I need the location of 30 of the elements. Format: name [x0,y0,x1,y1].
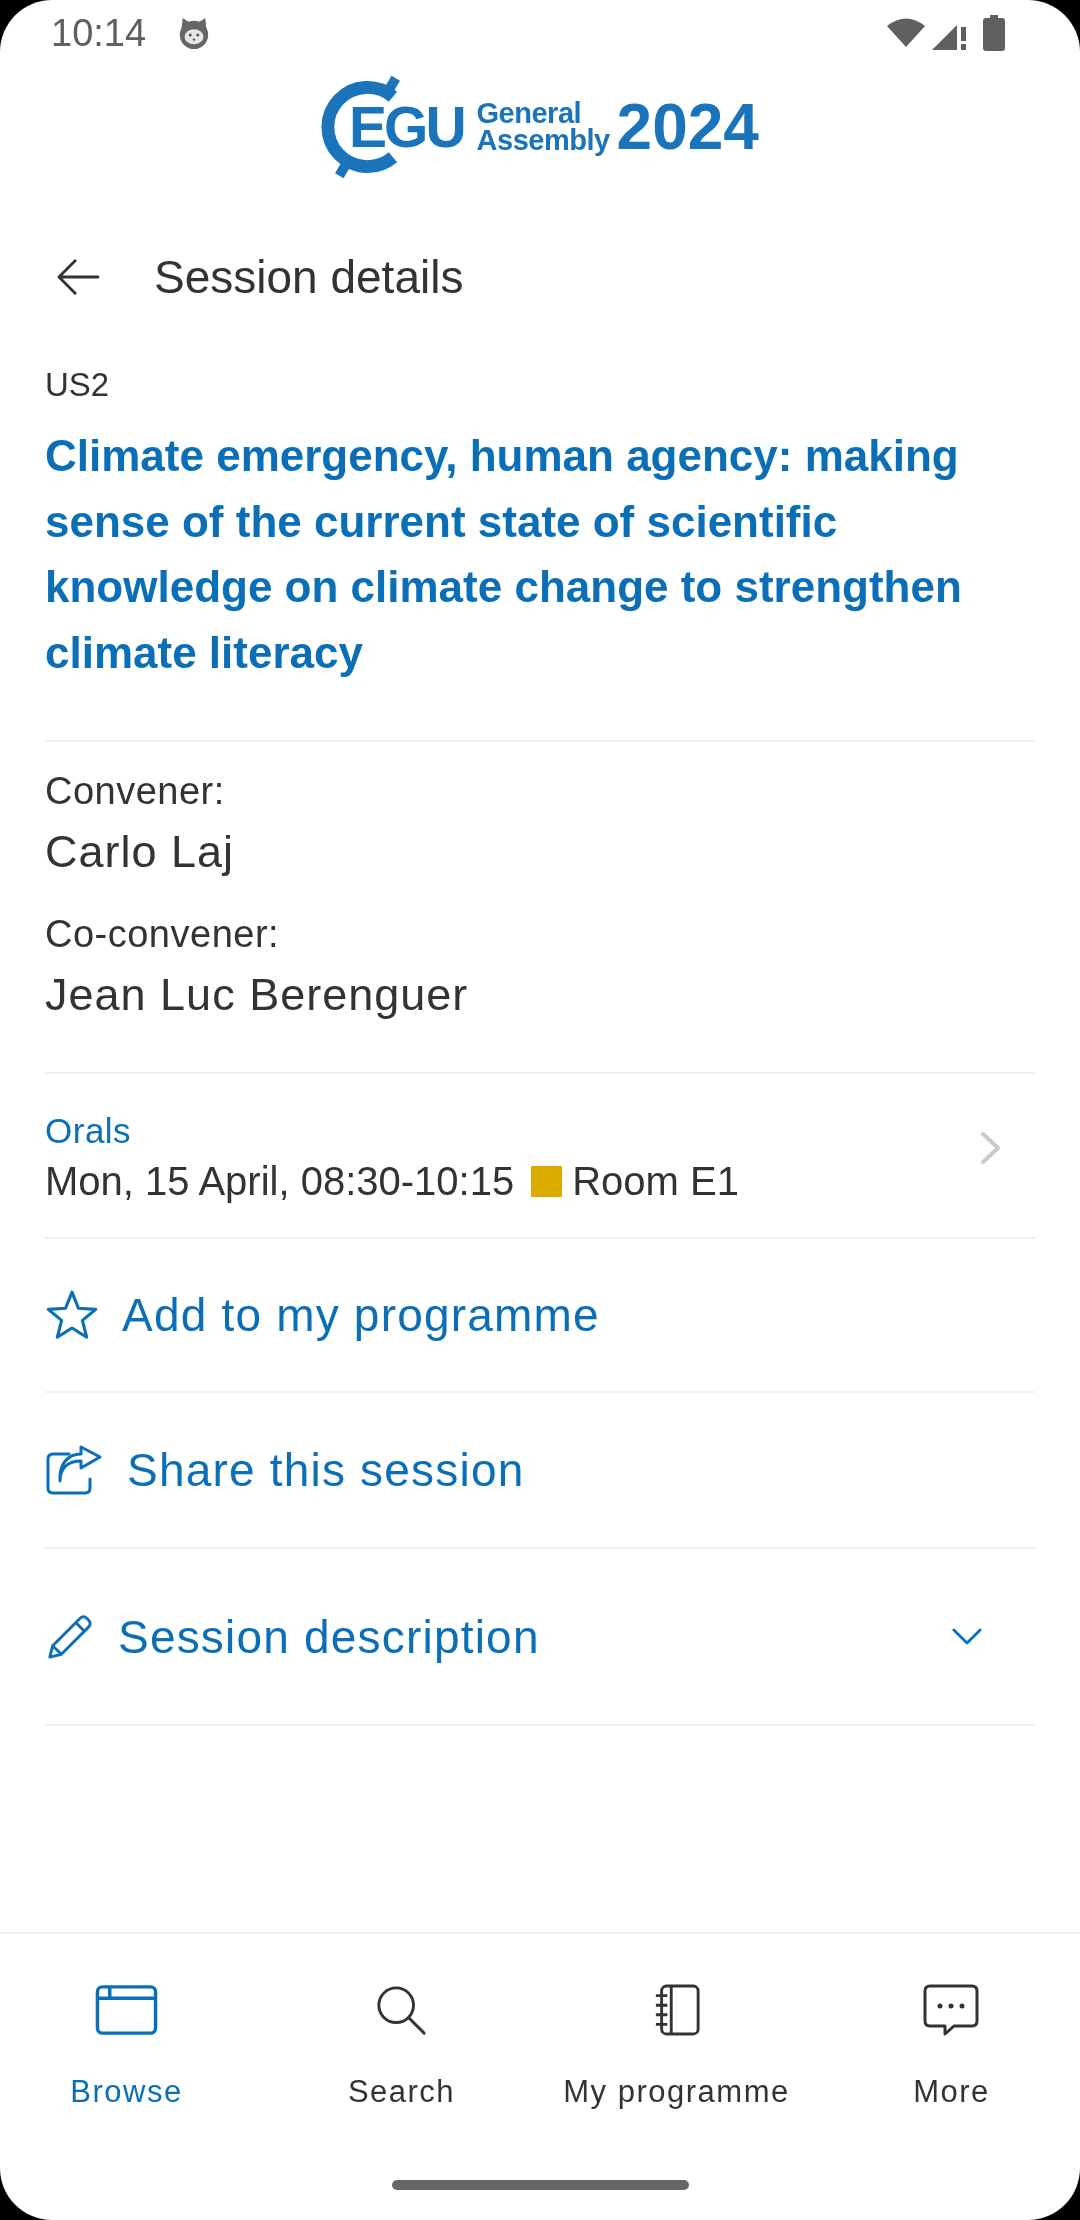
wifi-icon [886,18,926,48]
session-code: US2 [45,365,111,405]
session-type-label: Orals [45,1110,133,1152]
session-title: Climate emergency, human agency: making sense of the current state of scientific knowledge on climate change to strengthen climate literacy [45,430,963,679]
logo-wordmark: EGU [349,96,464,158]
star-icon [46,1290,98,1340]
status-time: 10:14 [51,11,147,55]
nav-tab[interactable]: More [913,1984,990,2111]
add-to-programme-button[interactable]: Add to my programme [45,1288,600,1342]
logo-subtitle: General Assembly [476,100,610,154]
session-time: Mon, 15 April, 08:30-10:15 [45,1158,515,1205]
role-label: Convener: [45,769,226,813]
person-name: Carlo Laj [45,826,236,878]
battery-icon [983,15,1005,51]
logo-year: 2024 [616,93,759,161]
share-button[interactable]: Share this session [45,1443,525,1497]
nav-tab[interactable]: Search [347,1984,456,2111]
nav-tab[interactable]: My programme [563,1984,790,2111]
session-description-toggle[interactable]: Session description [45,1609,540,1664]
chevron-down-icon[interactable] [952,1628,982,1645]
browser-window-icon [95,1984,158,2036]
back-icon[interactable] [55,257,101,296]
page-title: Session details [154,249,464,304]
chat-bubble-icon [923,1984,980,2036]
share-icon [45,1445,103,1495]
search-icon [374,1984,429,2036]
nav-tab[interactable]: Browse [70,1984,183,2111]
person-name: Jean Luc Berenguer [45,969,470,1021]
room-label: Room E1 [572,1158,739,1205]
role-label: Co-convener: [45,912,281,956]
